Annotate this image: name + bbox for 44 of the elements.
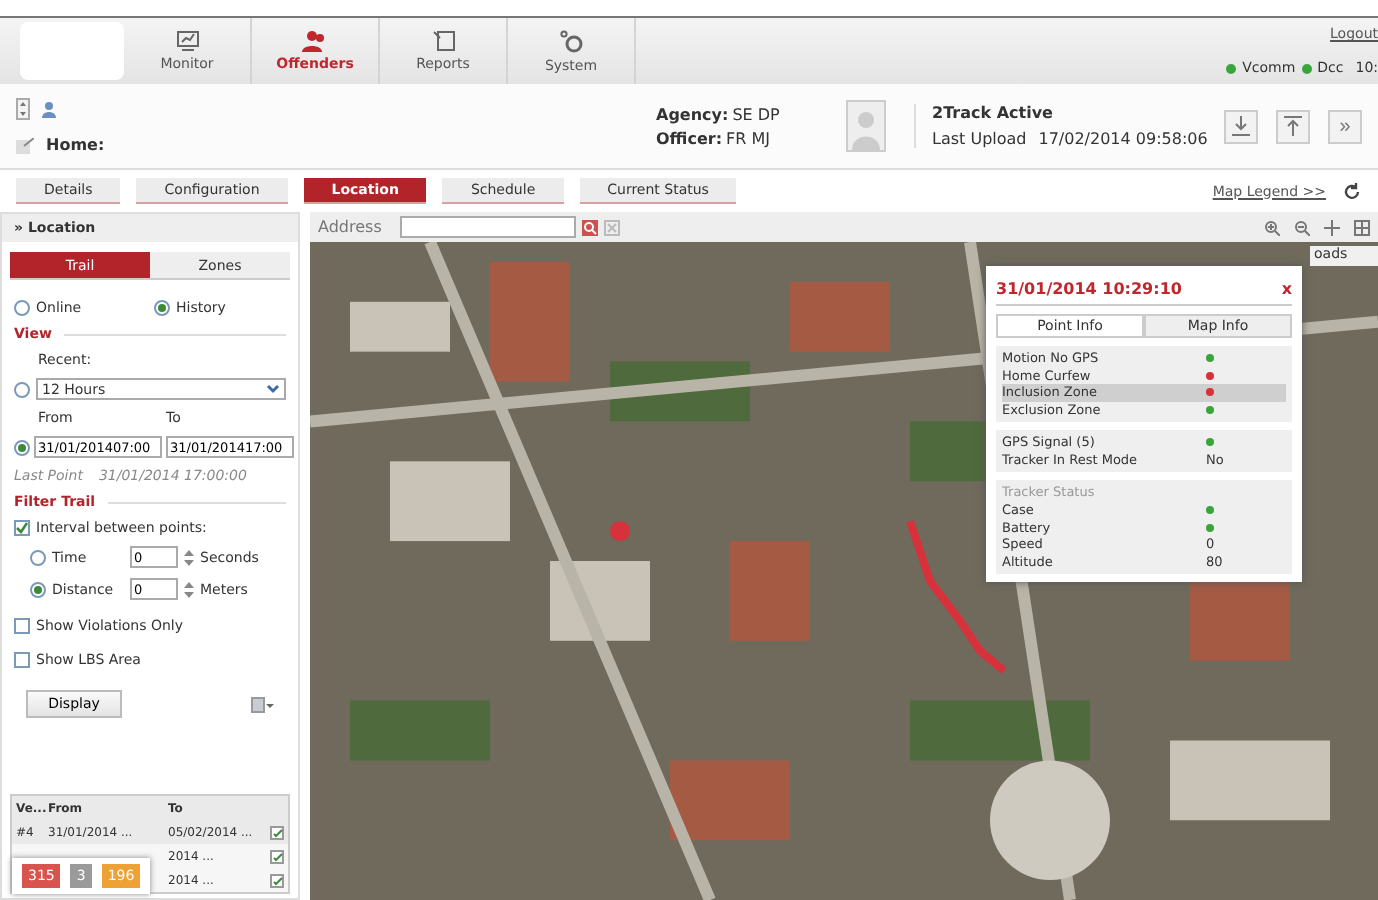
avatar-placeholder [846,100,886,152]
checkbox[interactable] [14,520,30,536]
layers-icon[interactable] [250,694,274,714]
download-button[interactable] [1224,109,1258,143]
agency-text: Agency: SE DP [656,105,782,123]
radio-button[interactable] [14,300,30,316]
spinner-icon[interactable] [184,549,194,565]
close-button[interactable]: x [1281,280,1292,298]
address-field[interactable] [400,216,576,238]
radio-button[interactable] [14,381,30,397]
upload-icon [1284,116,1302,136]
edit-icon[interactable] [270,873,284,887]
spinner-icon[interactable] [184,581,194,597]
upload-button[interactable] [1276,109,1310,143]
edit-icon[interactable] [270,825,284,839]
checkbox[interactable] [14,618,30,634]
radio-button[interactable] [30,581,46,597]
chevron-down-icon [266,384,280,394]
radio-button[interactable] [14,439,30,455]
people-icon [302,30,328,52]
popup-title: 31/01/2014 10:29:10 [996,280,1182,298]
checkbox[interactable] [14,652,30,668]
address-label: Address [318,218,384,236]
report-icon [431,30,455,52]
device-status: 2Track Active [932,104,1055,122]
grid-icon[interactable] [1354,219,1370,235]
note-icon [16,137,34,153]
refresh-icon[interactable] [1342,181,1362,201]
radio-button[interactable] [154,300,170,316]
last-upload-text: Last Upload 17/02/2014 09:58:06 [932,130,1208,148]
radio-button[interactable] [30,549,46,565]
officer-text: Officer: FR MJ [656,129,773,147]
monitor-icon [175,30,199,52]
gear-icon [559,29,583,53]
zoom-out-icon[interactable] [1294,219,1310,235]
home-label: Home: [46,136,105,154]
edit-icon[interactable] [270,849,284,863]
zoom-in-icon[interactable] [1264,219,1280,235]
pan-icon[interactable] [1324,219,1340,235]
person-icon [42,101,56,117]
up-down-icon[interactable] [16,98,30,120]
download-icon [1232,116,1250,136]
search-icon[interactable] [582,219,598,235]
more-button[interactable]: » [1328,109,1362,143]
